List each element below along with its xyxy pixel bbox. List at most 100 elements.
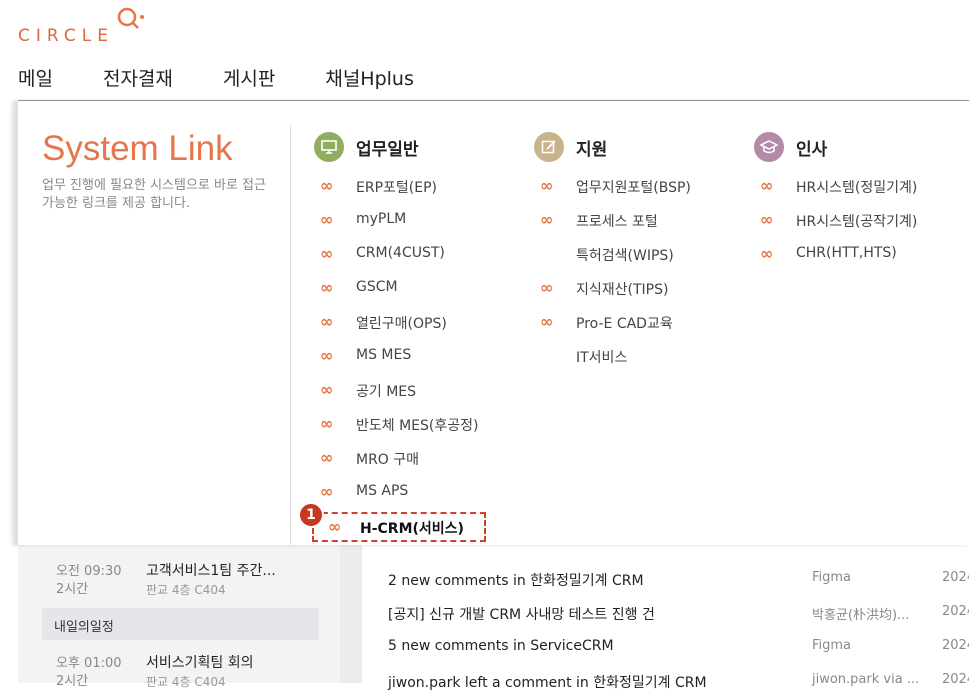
notification-text: [공지] 신규 개발 CRM 사내망 테스트 진행 건 (388, 607, 655, 623)
notification-row[interactable]: 5 new comments in ServiceCRM Figma 2024 (362, 628, 969, 662)
notification-source: Figma (812, 570, 852, 585)
link-process-portal[interactable]: ∞ 프로세스 포털 (534, 205, 658, 239)
link-label: 지식재산(TIPS) (576, 282, 669, 298)
category-hr: 인사 ∞ HR시스템(정밀기계) ∞ HR시스템(공작기계) ∞ CHR(HTT,HT… (754, 131, 917, 273)
schedule-title: 고객서비스1팀 주간... (146, 563, 276, 579)
link-label: H-CRM(서비스) (360, 521, 464, 537)
link-label: 업무지원포털(BSP) (576, 180, 691, 196)
schedule-title: 서비스기획팀 회의 (146, 655, 254, 671)
notification-row[interactable]: [공지] 신규 개발 CRM 사내망 테스트 진행 건 박홍균(朴洪均)... … (362, 594, 969, 628)
logo-text: CIRCLE (18, 26, 114, 46)
link-hr-precision[interactable]: ∞ HR시스템(정밀기계) (754, 171, 917, 205)
link-icon: ∞ (540, 176, 554, 195)
link-it-service[interactable]: IT서비스 (534, 341, 627, 375)
link-tips[interactable]: ∞ 지식재산(TIPS) (534, 273, 668, 307)
schedule-list: 오전 09:30 2시간 고객서비스1팀 주간... 판교 4층 C404 (42, 548, 319, 597)
link-icon: ∞ (540, 210, 554, 229)
panel-divider (290, 125, 291, 545)
link-semi-mes[interactable]: ∞ 반도체 MES(후공정) (314, 409, 478, 443)
top-nav: 메일 전자결재 게시판 채널Hplus (18, 64, 464, 91)
link-icon: ∞ (320, 414, 334, 433)
link-icon: ∞ (540, 278, 554, 297)
notification-date: 2024 (942, 638, 969, 653)
link-label: MS APS (356, 483, 409, 499)
link-icon: ∞ (320, 210, 334, 229)
step-badge: 1 (298, 502, 324, 528)
link-chr[interactable]: ∞ CHR(HTT,HTS) (754, 239, 897, 273)
schedule-item[interactable]: 오전 09:30 2시간 고객서비스1팀 주간... 판교 4층 C404 (42, 548, 319, 597)
schedule-location: 판교 4층 C404 (146, 675, 226, 689)
link-icon: ∞ (760, 210, 774, 229)
link-proe-cad[interactable]: ∞ Pro-E CAD교육 (534, 307, 673, 341)
link-myplm[interactable]: ∞ myPLM (314, 205, 419, 239)
nav-item-board[interactable]: 게시판 (223, 64, 275, 91)
link-label: ERP포털(EP) (356, 180, 437, 196)
notification-row[interactable]: jiwon.park left a comment in 한화정밀기계 CRM … (362, 662, 969, 696)
link-label: myPLM (356, 211, 407, 227)
link-icon: ∞ (320, 448, 334, 467)
system-link-panel: System Link 업무 진행에 필요한 시스템으로 바로 접근 가능한 링… (14, 101, 969, 545)
link-label: IT서비스 (576, 350, 628, 366)
link-hr-machine[interactable]: ∞ HR시스템(공작기계) (754, 205, 917, 239)
tomorrow-header: 내일의일정 (42, 608, 319, 640)
notification-list: 2 new comments in 한화정밀기계 CRM Figma 2024 … (362, 545, 969, 691)
link-icon: ∞ (760, 244, 774, 263)
notification-text: jiwon.park left a comment in 한화정밀기계 CRM (388, 675, 707, 691)
notification-text: 2 new comments in 한화정밀기계 CRM (388, 573, 644, 589)
link-bsp[interactable]: ∞ 업무지원포털(BSP) (534, 171, 691, 205)
link-icon: ∞ (320, 278, 334, 297)
link-label: MRO 구매 (356, 452, 420, 468)
link-label: GSCM (356, 279, 398, 295)
schedule-time: 오후 01:00 (56, 656, 122, 671)
link-icon: ∞ (328, 517, 342, 536)
category-support: 지원 ∞ 업무지원포털(BSP) ∞ 프로세스 포털 특허검색(WIPS) ∞ 지식재… (534, 131, 691, 375)
nav-item-channel-hplus[interactable]: 채널Hplus (325, 64, 414, 91)
notification-date: 2024 (942, 672, 969, 687)
link-icon: ∞ (320, 346, 334, 365)
category-label: 지원 (576, 139, 608, 160)
link-icon: ∞ (320, 176, 334, 195)
link-icon: ∞ (320, 312, 334, 331)
notification-row[interactable]: 2 new comments in 한화정밀기계 CRM Figma 2024 (362, 560, 969, 594)
notification-source: jiwon.park via ... (812, 672, 920, 687)
link-gscm[interactable]: ∞ GSCM (314, 273, 419, 307)
notification-source: Figma (812, 638, 852, 653)
link-label: 열린구매(OPS) (356, 316, 447, 332)
link-h-crm[interactable]: ∞ H-CRM(서비스) (312, 512, 486, 542)
link-label: MS MES (356, 347, 412, 363)
edit-icon (534, 132, 564, 162)
system-link-description: 업무 진행에 필요한 시스템으로 바로 접근 가능한 링크를 제공 합니다. (42, 178, 266, 211)
link-crm-4cust[interactable]: ∞ CRM(4CUST) (314, 239, 445, 273)
schedule-duration: 2시간 (56, 674, 89, 689)
category-label: 인사 (796, 139, 828, 160)
link-label: 반도체 MES(후공정) (356, 418, 479, 434)
link-label: HR시스템(공작기계) (796, 214, 918, 230)
nav-item-approval[interactable]: 전자결재 (103, 64, 173, 91)
link-label: Pro-E CAD교육 (576, 316, 673, 332)
circle-logo[interactable]: CIRCLE (18, 6, 158, 46)
category-header: 지원 (534, 131, 607, 163)
link-label: 특허검색(WIPS) (576, 248, 674, 264)
link-label: HR시스템(정밀기계) (796, 180, 918, 196)
schedule-duration: 2시간 (56, 582, 89, 597)
schedule-item[interactable]: 오후 01:00 2시간 서비스기획팀 회의 판교 4층 C404 (42, 640, 319, 689)
link-wips[interactable]: 특허검색(WIPS) (534, 239, 674, 273)
category-header: 인사 (754, 131, 827, 163)
link-erp-portal[interactable]: ∞ ERP포털(EP) (314, 171, 437, 205)
link-ops[interactable]: ∞ 열린구매(OPS) (314, 307, 447, 341)
notification-date: 2024 (942, 604, 969, 619)
category-header: 업무일반 (314, 131, 419, 163)
logo-q-icon (117, 7, 144, 29)
monitor-icon (314, 132, 344, 162)
notification-source: 박홍균(朴洪均)... (812, 608, 910, 623)
link-label: 프로세스 포털 (576, 214, 658, 230)
tomorrow-label: 내일의일정 (54, 620, 114, 635)
link-label: CRM(4CUST) (356, 245, 445, 261)
link-ms-aps[interactable]: ∞ MS APS (314, 477, 419, 511)
link-mro[interactable]: ∞ MRO 구매 (314, 443, 419, 477)
graduation-cap-icon (754, 132, 784, 162)
nav-item-mail[interactable]: 메일 (18, 64, 53, 91)
link-air-mes[interactable]: ∞ 공기 MES (314, 375, 419, 409)
link-ms-mes[interactable]: ∞ MS MES (314, 341, 419, 375)
link-icon: ∞ (540, 312, 554, 331)
